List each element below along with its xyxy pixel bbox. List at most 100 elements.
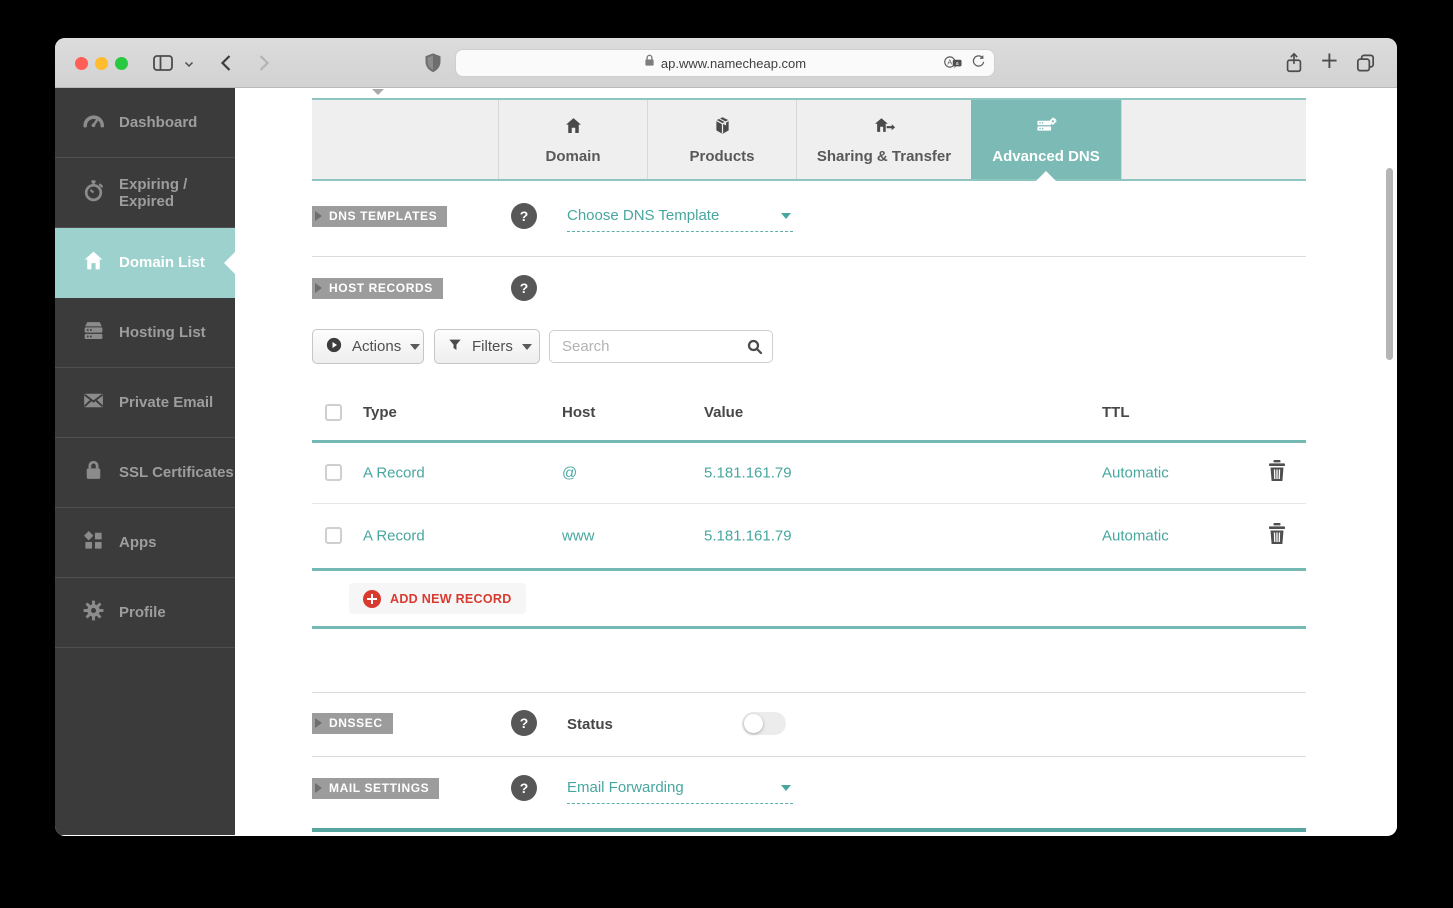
play-circle-icon <box>325 336 343 358</box>
tab-label: Advanced DNS <box>992 147 1100 165</box>
lock-icon <box>644 54 655 72</box>
sidebar-item-label: SSL Certificates <box>119 464 234 481</box>
domain-tabbar: Domain Products Sharing & Transfer Advan… <box>312 98 1306 181</box>
trash-icon[interactable] <box>1267 459 1287 487</box>
dnssec-status-label: Status <box>567 716 613 733</box>
envelope-icon <box>81 388 106 418</box>
filter-funnel-icon <box>447 337 463 357</box>
translate-icon[interactable]: Aa <box>944 55 963 74</box>
record-type: A Record <box>363 527 425 545</box>
filters-label: Filters <box>472 338 513 355</box>
record-host[interactable]: @ <box>562 465 577 482</box>
tab-advanced-dns[interactable]: Advanced DNS <box>971 100 1121 179</box>
record-type: A Record <box>363 464 425 482</box>
caret-down-icon <box>781 213 791 219</box>
column-header-ttl: TTL <box>1102 404 1130 421</box>
mail-settings-help-button[interactable]: ? <box>511 775 537 801</box>
sidebar-item-label: Dashboard <box>119 114 198 131</box>
server-gear-icon <box>1034 115 1058 141</box>
sidebar-item-label: Apps <box>119 534 157 551</box>
add-new-record-button[interactable]: ADD NEW RECORD <box>349 583 526 614</box>
sidebar-item-label: Expiring / Expired <box>119 175 188 210</box>
tab-sharing-transfer[interactable]: Sharing & Transfer <box>796 100 971 179</box>
sidebar-item-dashboard[interactable]: Dashboard <box>55 88 235 158</box>
sidebar-item-apps[interactable]: Apps <box>55 508 235 578</box>
sidebar-item-label: Private Email <box>119 394 214 411</box>
dropdown-value: Choose DNS Template <box>567 207 720 224</box>
sidebar-item-profile[interactable]: Profile <box>55 578 235 648</box>
table-row: A Record @ 5.181.161.79 Automatic <box>312 443 1306 503</box>
tab-products[interactable]: Products <box>647 100 796 179</box>
new-tab-plus-icon[interactable]: + <box>1320 50 1339 73</box>
padlock-icon <box>81 458 106 488</box>
forward-icon[interactable] <box>251 51 275 80</box>
record-value[interactable]: 5.181.161.79 <box>704 528 792 545</box>
stopwatch-icon <box>81 178 106 208</box>
page-bottom-line <box>312 828 1306 832</box>
actions-button[interactable]: Actions <box>312 329 424 364</box>
column-header-host: Host <box>562 404 596 421</box>
dnssec-badge: DNSSEC <box>312 713 393 734</box>
dns-templates-badge: DNS TEMPLATES <box>312 206 448 227</box>
dnssec-toggle[interactable] <box>742 712 786 735</box>
browser-toolbar: ap.www.namecheap.com Aa + <box>55 38 1397 88</box>
tab-overview-icon[interactable] <box>1354 51 1377 80</box>
host-records-help-button[interactable]: ? <box>511 275 537 301</box>
minimize-window-button[interactable] <box>95 57 108 70</box>
search-input[interactable] <box>550 331 772 362</box>
host-records-badge: HOST RECORDS <box>312 278 443 299</box>
sidebar-item-label: Hosting List <box>119 324 206 341</box>
address-bar[interactable]: ap.www.namecheap.com Aa <box>455 49 995 77</box>
mail-settings-badge: MAIL SETTINGS <box>312 778 440 799</box>
column-header-value: Value <box>704 404 744 421</box>
section-divider <box>312 256 1306 257</box>
sidebar-item-hosting-list[interactable]: Hosting List <box>55 298 235 368</box>
add-new-record-label: ADD NEW RECORD <box>390 591 512 606</box>
zoom-window-button[interactable] <box>115 57 128 70</box>
home-icon <box>81 248 106 278</box>
url-text: ap.www.namecheap.com <box>660 55 807 71</box>
app-sidebar: Dashboard Expiring / Expired Domain List… <box>55 88 235 835</box>
sidebar-item-expiring-expired[interactable]: Expiring / Expired <box>55 158 235 228</box>
table-bottom-divider <box>312 568 1306 571</box>
record-value[interactable]: 5.181.161.79 <box>704 465 792 482</box>
share-icon[interactable] <box>1283 51 1305 80</box>
dropdown-value: Email Forwarding <box>567 779 684 796</box>
sidebar-item-ssl-certificates[interactable]: SSL Certificates <box>55 438 235 508</box>
host-records-bottom-line <box>312 626 1306 629</box>
select-all-checkbox[interactable] <box>325 404 342 421</box>
tab-label: Domain <box>545 147 601 165</box>
dashboard-gauge-icon <box>81 108 106 138</box>
dns-templates-help-button[interactable]: ? <box>511 203 537 229</box>
caret-down-icon <box>781 785 791 791</box>
record-ttl[interactable]: Automatic <box>1102 528 1169 545</box>
chevron-down-icon[interactable] <box>183 57 195 75</box>
browser-window: ap.www.namecheap.com Aa + Dashboard Expi… <box>55 38 1397 836</box>
tabbar-spacer <box>312 100 498 179</box>
trash-icon[interactable] <box>1267 522 1287 550</box>
close-window-button[interactable] <box>75 57 88 70</box>
record-ttl[interactable]: Automatic <box>1102 465 1169 482</box>
sidebar-item-private-email[interactable]: Private Email <box>55 368 235 438</box>
dns-template-dropdown[interactable]: Choose DNS Template <box>567 207 793 232</box>
dnssec-help-button[interactable]: ? <box>511 710 537 736</box>
row-checkbox[interactable] <box>325 527 342 544</box>
svg-text:A: A <box>947 57 952 66</box>
page-content: Domain Products Sharing & Transfer Advan… <box>235 88 1397 835</box>
filters-button[interactable]: Filters <box>434 329 540 364</box>
scrollbar-thumb[interactable] <box>1386 168 1393 360</box>
caret-down-icon <box>521 343 532 350</box>
column-header-type: Type <box>363 404 397 421</box>
sidebar-item-domain-list[interactable]: Domain List <box>55 228 235 298</box>
search-icon[interactable] <box>746 338 764 356</box>
tab-domain[interactable]: Domain <box>498 100 647 179</box>
shield-icon[interactable] <box>423 50 443 80</box>
mail-settings-dropdown[interactable]: Email Forwarding <box>567 779 793 804</box>
row-checkbox[interactable] <box>325 464 342 481</box>
sidebar-toggle-icon[interactable] <box>151 51 175 80</box>
tab-label: Sharing & Transfer <box>816 147 952 165</box>
reload-icon[interactable] <box>971 54 986 74</box>
record-host[interactable]: www <box>562 528 595 545</box>
back-icon[interactable] <box>215 51 239 80</box>
toggle-knob <box>744 714 763 733</box>
